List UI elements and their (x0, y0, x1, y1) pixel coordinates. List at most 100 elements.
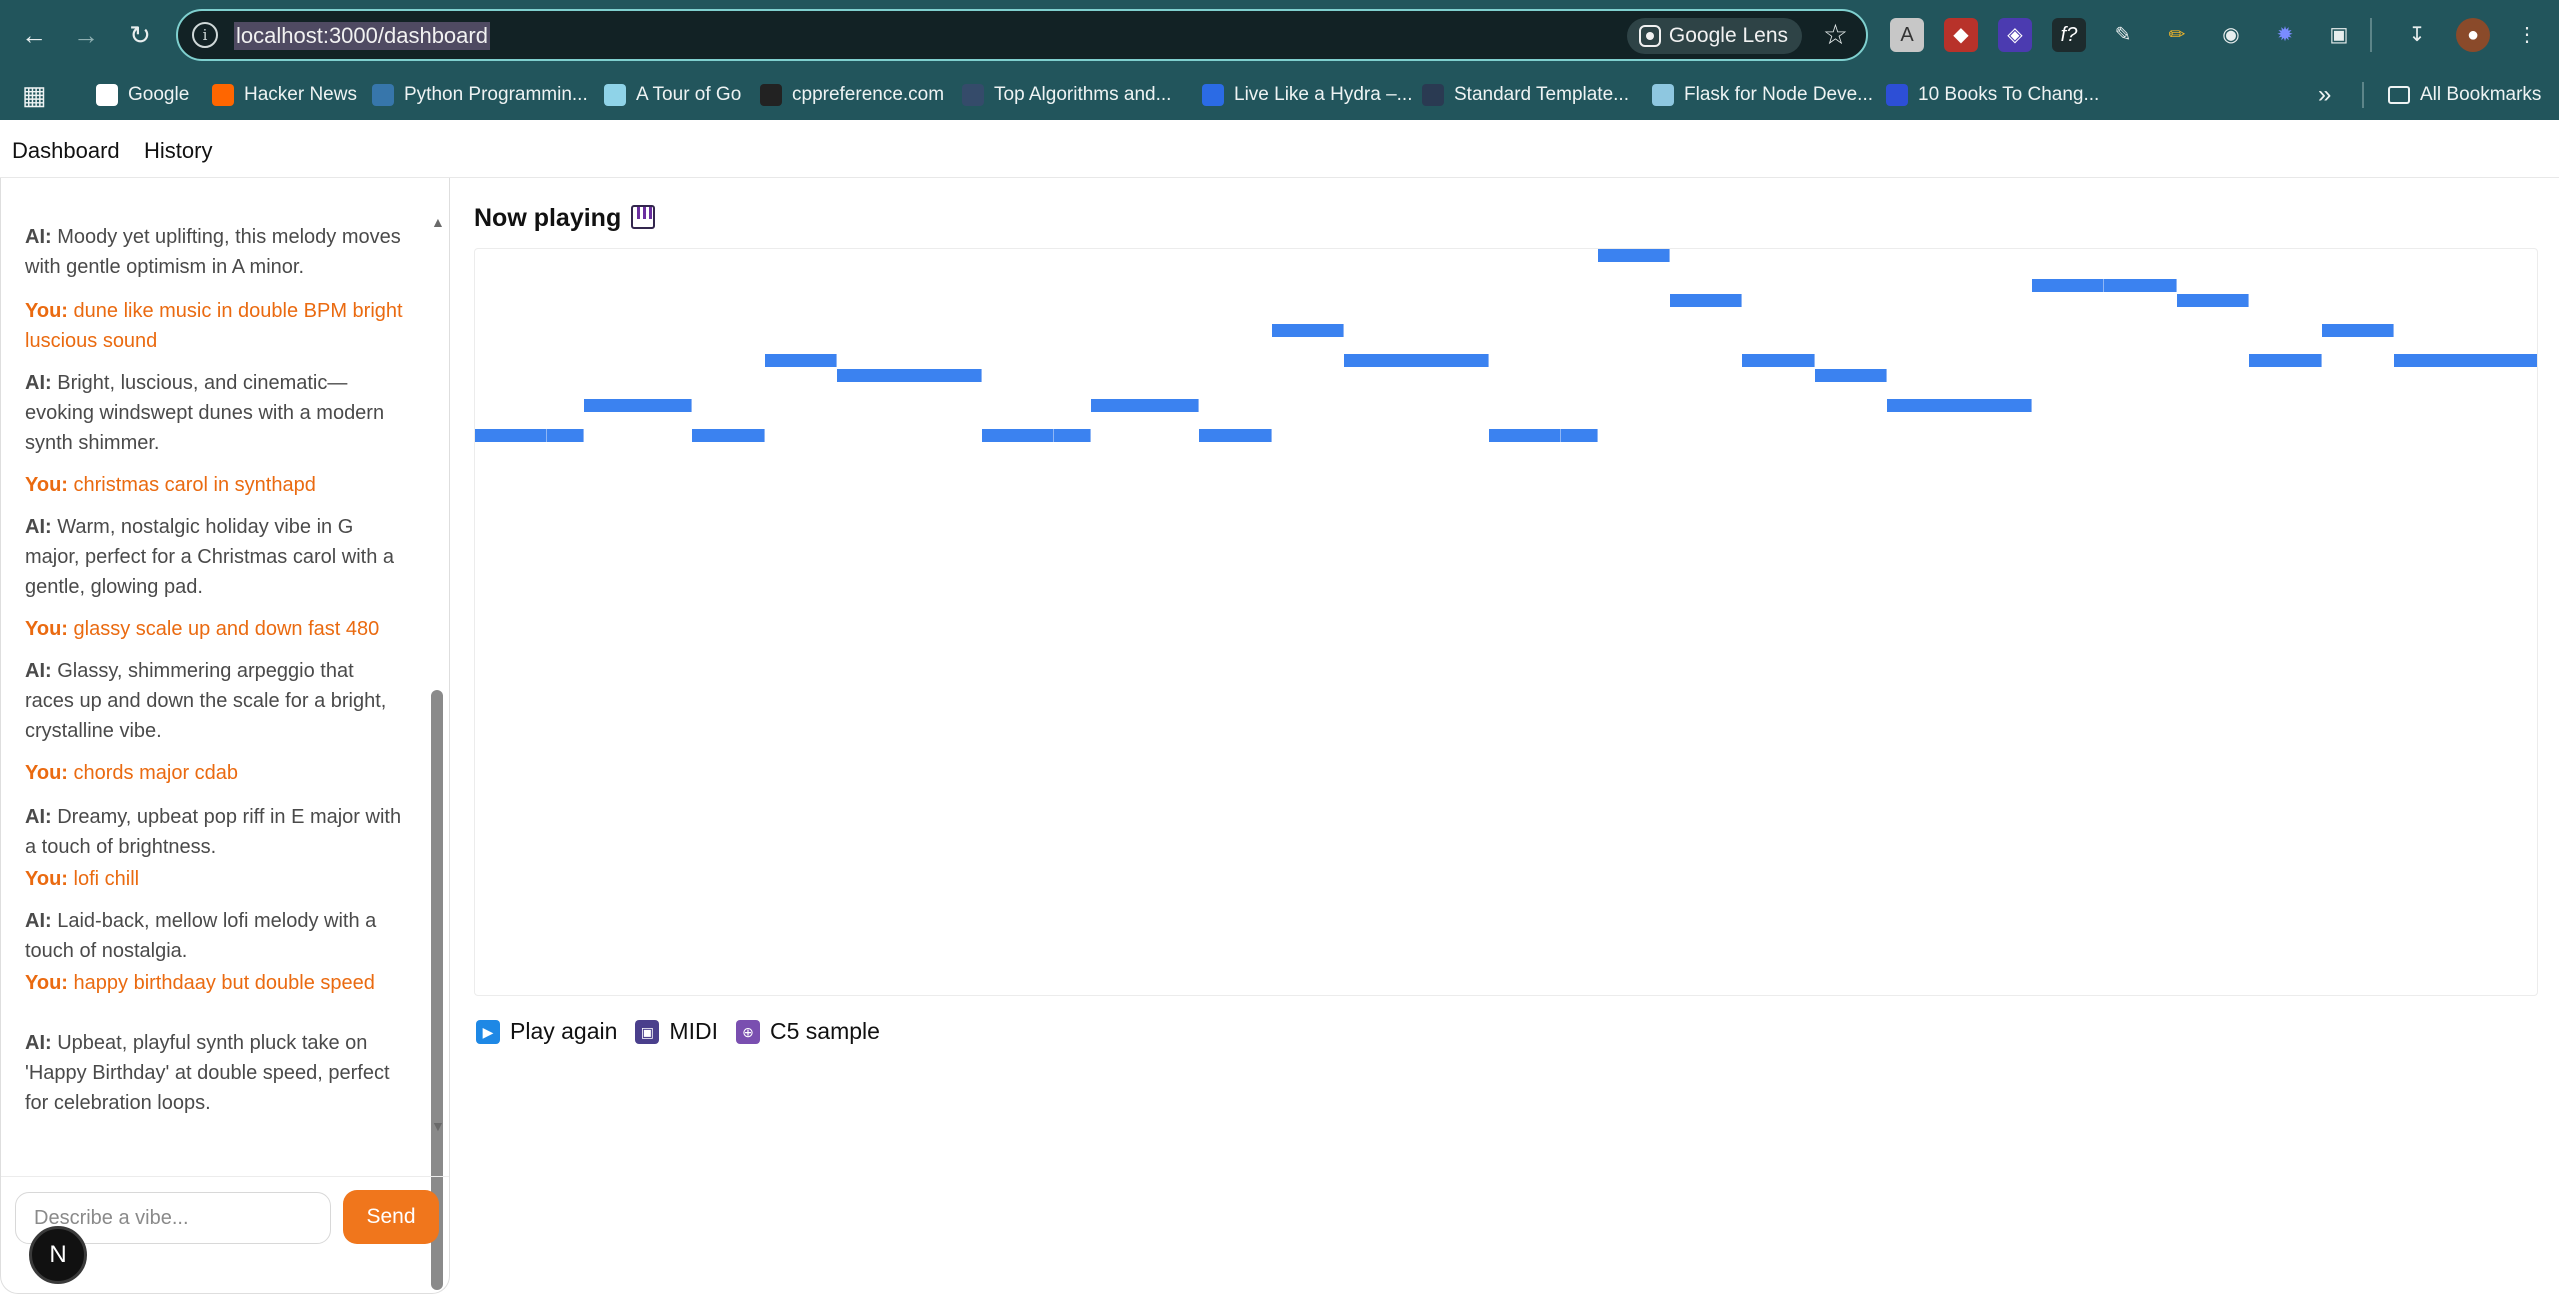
extension-eyedropper-icon[interactable]: ✎ (2106, 18, 2140, 52)
bookmark-item[interactable]: Top Algorithms and... (962, 70, 1171, 120)
message-sender: You: (25, 868, 68, 890)
url-text[interactable]: localhost:3000/dashboard (234, 22, 490, 50)
cppreference-icon (760, 84, 782, 106)
chat-panel: AI: Moody yet uplifting, this melody mov… (0, 178, 450, 1294)
send-button[interactable]: Send (343, 1190, 439, 1244)
control-label: Play again (510, 1018, 618, 1044)
message-sender: AI: (25, 1032, 52, 1054)
scroll-down-arrow-icon[interactable]: ▼ (431, 1118, 445, 1134)
message-text: Warm, nostalgic holiday vibe in G major,… (25, 516, 395, 598)
play-again-button[interactable]: ▶ Play again (476, 1018, 617, 1045)
bookmark-item[interactable]: Flask for Node Deve... (1652, 70, 1873, 120)
app-navbar: Dashboard History (0, 120, 2559, 178)
stl-icon (1422, 84, 1444, 106)
bookmark-label: 10 Books To Chang... (1918, 84, 2100, 105)
hydra-icon (1202, 84, 1224, 106)
piano-roll-note (2032, 279, 2105, 292)
piano-roll-note (583, 399, 693, 412)
extension-target-icon[interactable]: ◉ (2214, 18, 2248, 52)
piano-roll-note (547, 429, 584, 442)
python-icon (372, 84, 394, 106)
address-bar[interactable]: i localhost:3000/dashboard Google Lens ☆ (176, 9, 1868, 61)
extension-bug-icon[interactable]: ◆ (1944, 18, 1978, 52)
control-label: C5 sample (769, 1018, 880, 1044)
downloads-icon[interactable]: ↧ (2400, 18, 2434, 52)
message-text: glassy scale up and down fast 480 (73, 618, 380, 640)
bookmark-item[interactable]: Live Like a Hydra –... (1202, 70, 1412, 120)
google-lens-button[interactable]: Google Lens (1626, 18, 1802, 54)
message-text: Laid-back, mellow lofi melody with a tou… (25, 910, 377, 962)
midi-button[interactable]: ▣ MIDI (635, 1018, 718, 1045)
user-message: You: happy birthdaay but double speed (25, 968, 405, 998)
piano-roll-note (475, 429, 548, 442)
back-arrow-icon[interactable]: ← (16, 17, 52, 53)
ai-message: AI: Dreamy, upbeat pop riff in E major w… (25, 802, 405, 862)
chat-message-list[interactable]: AI: Moody yet uplifting, this melody mov… (1, 178, 431, 1138)
nextjs-dev-badge[interactable]: N (29, 1226, 87, 1284)
piano-roll-note (1090, 399, 1200, 412)
site-info-icon[interactable]: i (192, 22, 218, 48)
google-lens-icon (1638, 25, 1661, 47)
ai-message: AI: Moody yet uplifting, this melody mov… (25, 222, 405, 282)
extension-translate-icon[interactable]: A (1890, 18, 1924, 52)
bookmarks-overflow-chevron-icon[interactable]: » (2318, 70, 2331, 120)
chat-divider (1, 1176, 449, 1177)
piano-roll-note (1561, 429, 1598, 442)
ai-message: AI: Upbeat, playful synth pluck take on … (25, 1028, 405, 1118)
user-message: You: dune like music in double BPM brigh… (25, 296, 405, 356)
message-sender: You: (25, 972, 68, 994)
c5-sample-button[interactable]: ⊕ C5 sample (735, 1018, 880, 1045)
piano-roll-note (1271, 324, 1345, 337)
user-message: You: chords major cdab (25, 758, 405, 788)
bookmark-item[interactable]: Hacker News (212, 70, 357, 120)
piano-roll-note (1669, 294, 1743, 307)
bookmark-item[interactable]: 10 Books To Chang... (1886, 70, 2099, 120)
extension-ruler-icon[interactable]: ✏ (2160, 18, 2194, 52)
extension-stack-icon[interactable]: ◈ (1998, 18, 2032, 52)
message-text: dune like music in double BPM bright lus… (25, 300, 403, 352)
scroll-up-arrow-icon[interactable]: ▲ (431, 214, 445, 230)
message-text: chords major cdab (73, 762, 239, 784)
bookmark-item[interactable]: Python Programmin... (372, 70, 588, 120)
yes-icon (1886, 84, 1908, 106)
nav-link-history[interactable]: History (144, 138, 212, 164)
piano-roll-note (1488, 429, 1562, 442)
bookmark-star-icon[interactable]: ☆ (1823, 19, 1848, 51)
ai-message: AI: Warm, nostalgic holiday vibe in G ma… (25, 512, 405, 602)
bookmarks-bar: ▦ Google Hacker News Python Programmin... A… (0, 70, 2559, 120)
control-label: MIDI (669, 1018, 718, 1044)
message-sender: You: (25, 762, 68, 784)
toolbar-separator (2370, 18, 2372, 52)
piano-roll-note (764, 354, 838, 367)
player-controls: ▶ Play again ▣ MIDI ⊕ C5 sample (476, 1018, 880, 1045)
message-text: Bright, luscious, and cinematic—evoking … (25, 372, 385, 454)
ai-message: AI: Glassy, shimmering arpeggio that rac… (25, 656, 405, 746)
profile-avatar[interactable]: ● (2456, 18, 2490, 52)
go-gopher-icon (604, 84, 626, 106)
apps-grid-icon[interactable]: ▦ (22, 70, 47, 120)
message-sender: AI: (25, 660, 52, 682)
bookmark-item[interactable]: Google (96, 70, 189, 120)
folder-icon (2388, 86, 2410, 104)
browser-menu-icon[interactable]: ⋮ (2510, 18, 2544, 52)
bookmark-item[interactable]: A Tour of Go (604, 70, 741, 120)
extension-formula-icon[interactable]: f? (2052, 18, 2086, 52)
bookmark-item[interactable]: cppreference.com (760, 70, 944, 120)
forward-arrow-icon[interactable]: → (68, 17, 104, 53)
piano-roll-note (1887, 399, 2033, 412)
bookmark-item[interactable]: Standard Template... (1422, 70, 1629, 120)
browser-toolbar: ← → ↻ i localhost:3000/dashboard Google … (0, 0, 2559, 70)
bookmark-label: Google (128, 84, 190, 105)
all-bookmarks-label: All Bookmarks (2420, 84, 2542, 105)
nav-link-dashboard[interactable]: Dashboard (12, 138, 120, 164)
reload-icon[interactable]: ↻ (122, 17, 158, 53)
message-sender: AI: (25, 910, 52, 932)
piano-roll-note (1597, 249, 1670, 262)
piano-roll-note (2321, 324, 2395, 337)
all-bookmarks-folder[interactable]: All Bookmarks (2388, 70, 2541, 120)
extension-sparkle-icon[interactable]: ✹ (2268, 18, 2302, 52)
extensions-puzzle-icon[interactable]: ▣ (2322, 18, 2356, 52)
bookmark-label: Live Like a Hydra –... (1234, 84, 1413, 105)
ai-message: AI: Laid-back, mellow lofi melody with a… (25, 906, 405, 966)
now-playing-heading: Now playing (474, 204, 656, 233)
